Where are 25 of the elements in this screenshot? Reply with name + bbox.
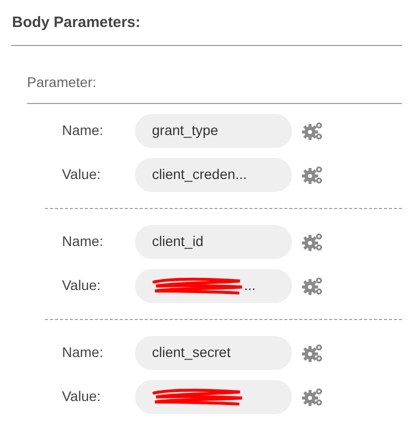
field-value: client_secret — [152, 343, 231, 362]
gears-icon[interactable] — [302, 120, 324, 140]
field-label: Value: — [61, 276, 102, 295]
field-value: ... — [244, 276, 256, 295]
gears-icon[interactable] — [302, 232, 324, 252]
gears-icon[interactable] — [302, 342, 324, 362]
field-label: Name: — [61, 121, 104, 140]
field-label: Name: — [61, 232, 104, 251]
gears-icon[interactable] — [302, 164, 324, 184]
subsection-label: Parameter: — [27, 72, 98, 92]
gears-icon[interactable] — [302, 276, 324, 296]
field-value: client_creden... — [152, 165, 247, 184]
gears-icon[interactable] — [302, 386, 324, 406]
input-field[interactable]: client_creden... — [135, 158, 292, 192]
input-field[interactable] — [135, 380, 292, 414]
input-field[interactable]: client_id — [135, 224, 292, 258]
field-label: Value: — [61, 165, 102, 184]
field-value: client_id — [152, 232, 204, 251]
field-value: grant_type — [152, 121, 218, 140]
input-field[interactable]: client_secret — [135, 336, 292, 370]
field-label: Value: — [61, 387, 102, 406]
section-title: Body Parameters: — [12, 13, 142, 33]
input-field[interactable]: ... — [135, 268, 292, 302]
field-label: Name: — [61, 343, 104, 362]
input-field[interactable]: grant_type — [135, 114, 292, 148]
